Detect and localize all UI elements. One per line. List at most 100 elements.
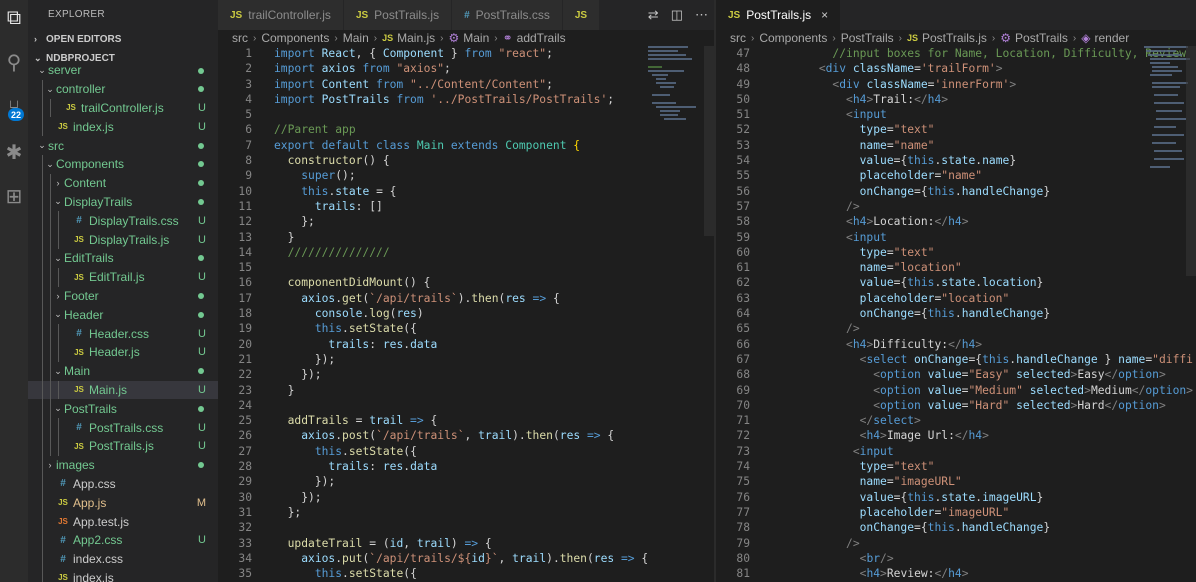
tree-item[interactable]: JS trailController.js U <box>28 98 218 118</box>
editor-tab[interactable]: JS <box>562 0 601 30</box>
code-line[interactable]: 68 <option value="Easy" selected>Easy</o… <box>716 367 1196 382</box>
breadcrumb-item[interactable]: addTrails <box>517 30 566 47</box>
code-line[interactable]: 17 axios.get(`/api/trails`).then(res => … <box>218 291 714 306</box>
tree-item[interactable]: ⌄ Main <box>28 361 218 381</box>
tree-item[interactable]: ⌄ server <box>28 61 218 80</box>
code-line[interactable]: 66 <h4>Difficulty:</h4> <box>716 337 1196 352</box>
code-line[interactable]: 76 value={this.state.imageURL} <box>716 490 1196 505</box>
code-line[interactable]: 47 //input boxes for Name, Location, Dif… <box>716 46 1196 61</box>
breadcrumb-item[interactable]: PostTrails <box>841 30 894 47</box>
code-line[interactable]: 10 this.state = { <box>218 184 714 199</box>
breadcrumb-item[interactable]: Components <box>759 30 827 47</box>
code-line[interactable]: 72 <h4>Image Url:</h4> <box>716 428 1196 443</box>
code-line[interactable]: 50 <h4>Trail:</h4> <box>716 92 1196 107</box>
tree-item[interactable]: › Content <box>28 173 218 193</box>
more-actions-icon[interactable]: ⋯ <box>695 7 708 23</box>
code-line[interactable]: 24 <box>218 398 714 413</box>
tree-item[interactable]: ⌄ PostTrails <box>28 399 218 419</box>
code-line[interactable]: 80 <br/> <box>716 551 1196 566</box>
explorer-icon[interactable]: ⧉ <box>2 6 26 30</box>
code-line[interactable]: 77 placeholder="imageURL" <box>716 505 1196 520</box>
tree-item[interactable]: JS App.test.js <box>28 512 218 531</box>
tree-item[interactable]: ⌄ Header <box>28 305 218 325</box>
code-line[interactable]: 34 axios.put(`/api/trails/${id}`, trail)… <box>218 551 714 566</box>
code-line[interactable]: 4 import PostTrails from '../PostTrails/P… <box>218 92 714 107</box>
code-line[interactable]: 18 console.log(res) <box>218 306 714 321</box>
editor-tab[interactable]: JS PostTrails.js × <box>716 0 842 30</box>
tree-item[interactable]: ⌄ DisplayTrails <box>28 192 218 212</box>
code-line[interactable]: 78 onChange={this.handleChange} <box>716 520 1196 535</box>
tree-item[interactable]: ⌄ Components <box>28 154 218 174</box>
editor-tab[interactable]: JS trailController.js <box>218 0 344 30</box>
breadcrumb-item[interactable]: PostTrails <box>1015 30 1068 47</box>
scrollbar-right[interactable] <box>1186 46 1196 276</box>
code-line[interactable]: 52 type="text" <box>716 122 1196 137</box>
tree-item[interactable]: › Footer <box>28 286 218 306</box>
editor-tab[interactable]: JS PostTrails.js <box>343 0 453 30</box>
code-line[interactable]: 11 trails: [] <box>218 199 714 214</box>
breadcrumb-item[interactable]: src <box>730 30 746 47</box>
code-line[interactable]: 22 }); <box>218 367 714 382</box>
open-editors-section[interactable]: › OPEN EDITORS <box>28 30 218 49</box>
code-line[interactable]: 7 export default class Main extends Compo… <box>218 138 714 153</box>
close-icon[interactable]: × <box>821 8 828 22</box>
code-line[interactable]: 33 updateTrail = (id, trail) => { <box>218 536 714 551</box>
split-editor-icon[interactable]: ◫ <box>671 7 683 23</box>
code-line[interactable]: 14 /////////////// <box>218 245 714 260</box>
tree-item[interactable]: JS EditTrail.js U <box>28 267 218 287</box>
code-line[interactable]: 67 <select onChange={this.handleChange }… <box>716 352 1196 367</box>
code-line[interactable]: 5 <box>218 107 714 122</box>
tree-item[interactable]: ⌄ src <box>28 136 218 155</box>
tree-item[interactable]: JS PostTrails.js U <box>28 436 218 456</box>
code-line[interactable]: 16 componentDidMount() { <box>218 275 714 290</box>
code-line[interactable]: 48 <div className='trailForm'> <box>716 61 1196 76</box>
editor-tab[interactable]: # PostTrails.css <box>452 0 563 30</box>
code-line[interactable]: 21 }); <box>218 352 714 367</box>
code-line[interactable]: 60 type="text" <box>716 245 1196 260</box>
tree-item[interactable]: ⌄ controller <box>28 79 218 99</box>
tree-item[interactable]: › images <box>28 455 218 475</box>
code-line[interactable]: 63 placeholder="location" <box>716 291 1196 306</box>
code-line[interactable]: 25 addTrails = trail => { <box>218 413 714 428</box>
tree-item[interactable]: # PostTrails.css U <box>28 418 218 437</box>
code-line[interactable]: 75 name="imageURL" <box>716 474 1196 489</box>
code-line[interactable]: 23 } <box>218 383 714 398</box>
code-editor-left[interactable]: 1 import React, { Component } from "react… <box>218 46 714 582</box>
tree-item[interactable]: # Header.css U <box>28 324 218 343</box>
code-line[interactable]: 19 this.setState({ <box>218 321 714 336</box>
code-line[interactable]: 73 <input <box>716 444 1196 459</box>
breadcrumb-item[interactable]: Components <box>261 30 329 47</box>
tree-item[interactable]: # App2.css U <box>28 530 218 550</box>
tree-item[interactable]: JS DisplayTrails.js U <box>28 230 218 249</box>
code-line[interactable]: 31 }; <box>218 505 714 520</box>
extensions-icon[interactable]: ⊞ <box>2 184 26 208</box>
tree-item[interactable]: JS index.js <box>28 568 218 582</box>
tree-item[interactable]: # App.css <box>28 474 218 494</box>
code-line[interactable]: 81 <h4>Review:</h4> <box>716 566 1196 581</box>
breadcrumb-item[interactable]: Main <box>343 30 369 47</box>
code-line[interactable]: 35 this.setState({ <box>218 566 714 581</box>
code-line[interactable]: 28 trails: res.data <box>218 459 714 474</box>
code-line[interactable]: 9 super(); <box>218 168 714 183</box>
tree-item[interactable]: JS Main.js U <box>28 380 218 400</box>
code-line[interactable]: 53 name="name" <box>716 138 1196 153</box>
breadcrumb-item[interactable]: Main <box>463 30 489 47</box>
minimap[interactable] <box>648 46 706 186</box>
code-line[interactable]: 26 axios.post(`/api/trails`, trail).then… <box>218 428 714 443</box>
code-line[interactable]: 49 <div className='innerForm'> <box>716 77 1196 92</box>
code-line[interactable]: 56 onChange={this.handleChange} <box>716 184 1196 199</box>
code-line[interactable]: 30 }); <box>218 490 714 505</box>
tree-item[interactable]: ⌄ EditTrails <box>28 248 218 268</box>
scrollbar-left[interactable] <box>704 46 714 236</box>
code-line[interactable]: 55 placeholder="name" <box>716 168 1196 183</box>
code-line[interactable]: 51 <input <box>716 107 1196 122</box>
tree-item[interactable]: JS Header.js U <box>28 342 218 362</box>
code-line[interactable]: 1 import React, { Component } from "react… <box>218 46 714 61</box>
code-line[interactable]: 57 /> <box>716 199 1196 214</box>
code-editor-right[interactable]: 47 //input boxes for Name, Location, Dif… <box>716 46 1196 582</box>
compare-icon[interactable]: ⇄ <box>648 7 659 23</box>
code-line[interactable]: 61 name="location" <box>716 260 1196 275</box>
code-line[interactable]: 58 <h4>Location:</h4> <box>716 214 1196 229</box>
code-line[interactable]: 79 /> <box>716 536 1196 551</box>
code-line[interactable]: 71 </select> <box>716 413 1196 428</box>
